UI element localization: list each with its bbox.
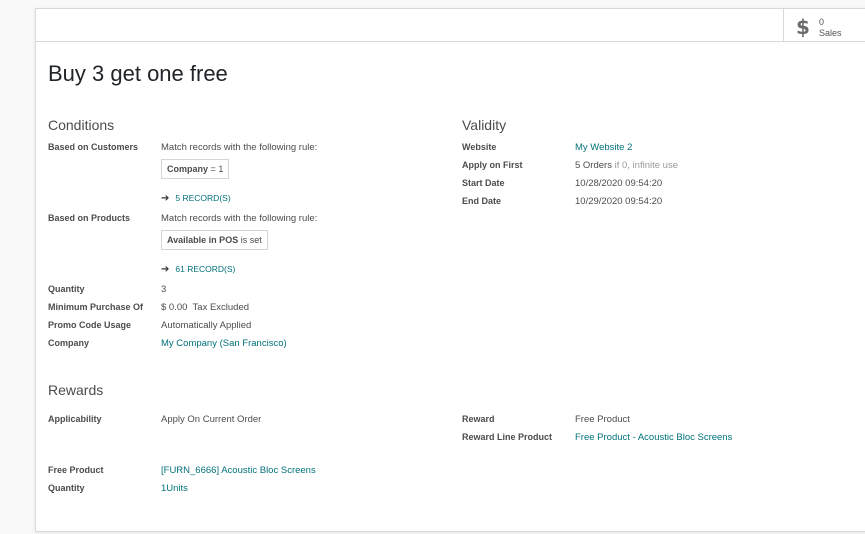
form-sheet: $ 0 Sales Buy 3 get one free Conditions … xyxy=(35,8,865,532)
arrow-right-icon: ➔ xyxy=(161,264,170,275)
applicability-label: Applicability xyxy=(48,414,102,424)
minimum-purchase-amount: $ 0.00 xyxy=(161,302,188,313)
domain-value: 1 xyxy=(218,164,224,174)
end-date-label: End Date xyxy=(462,196,502,206)
apply-on-first-value[interactable]: 5 Orders if 0, infinite use xyxy=(575,160,678,171)
customers-records-link[interactable]: ➔ 5 RECORD(S) xyxy=(161,193,231,204)
website-label: Website xyxy=(462,142,497,152)
promo-code-usage-label: Promo Code Usage xyxy=(48,320,132,330)
quantity-value[interactable]: 3 xyxy=(161,284,166,295)
customers-domain-rule[interactable]: Company = 1 xyxy=(161,159,230,179)
products-records-count: 61 RECORD(S) xyxy=(175,264,236,274)
reward-line-product-link[interactable]: Free Product - Acoustic Bloc Screens xyxy=(575,432,732,443)
minimum-purchase-value[interactable]: $ 0.00 Tax Excluded xyxy=(161,302,249,313)
domain-field: Available in POS xyxy=(167,235,239,245)
domain-operator: is set xyxy=(240,235,262,245)
dollar-icon: $ xyxy=(796,15,810,39)
domain-field: Company xyxy=(167,164,209,174)
based-on-customers-label: Based on Customers xyxy=(48,142,139,152)
products-rule-text: Match records with the following rule: xyxy=(161,213,318,224)
based-on-products-label: Based on Products xyxy=(48,213,131,223)
validity-title: Validity xyxy=(462,117,507,133)
reward-quantity-label: Quantity xyxy=(48,483,85,493)
arrow-right-icon: ➔ xyxy=(161,193,170,204)
free-product-label: Free Product xyxy=(48,465,104,475)
sales-count: 0 xyxy=(819,17,825,27)
applicability-value[interactable]: Apply On Current Order xyxy=(161,414,261,425)
conditions-title: Conditions xyxy=(48,117,115,133)
company-link[interactable]: My Company (San Francisco) xyxy=(161,338,287,349)
page-title: Buy 3 get one free xyxy=(48,61,228,86)
domain-operator: = xyxy=(210,164,216,174)
button-box: $ 0 Sales xyxy=(36,9,865,42)
end-date-value[interactable]: 10/29/2020 09:54:20 xyxy=(575,196,662,207)
apply-on-first-orders: 5 Orders xyxy=(575,160,612,171)
sales-label: Sales xyxy=(819,28,842,38)
reward-value[interactable]: Free Product xyxy=(575,414,630,425)
promo-code-usage-value[interactable]: Automatically Applied xyxy=(161,320,251,331)
minimum-purchase-tax: Tax Excluded xyxy=(192,302,250,313)
start-date-label: Start Date xyxy=(462,178,505,188)
free-product-link[interactable]: [FURN_6666] Acoustic Bloc Screens xyxy=(161,465,316,476)
company-label: Company xyxy=(48,338,90,348)
start-date-value[interactable]: 10/28/2020 09:54:20 xyxy=(575,178,662,189)
website-link[interactable]: My Website 2 xyxy=(575,142,632,153)
customers-rule-text: Match records with the following rule: xyxy=(161,142,318,153)
minimum-purchase-label: Minimum Purchase Of xyxy=(48,302,144,312)
reward-line-product-label: Reward Line Product xyxy=(462,432,553,442)
apply-on-first-label: Apply on First xyxy=(462,160,523,170)
reward-quantity-value[interactable]: 1Units xyxy=(161,483,188,494)
apply-on-first-hint: if 0, infinite use xyxy=(614,160,678,171)
products-records-link[interactable]: ➔ 61 RECORD(S) xyxy=(161,264,235,275)
customers-records-count: 5 RECORD(S) xyxy=(175,193,231,203)
rewards-title: Rewards xyxy=(48,382,104,398)
reward-label: Reward xyxy=(462,414,495,424)
products-domain-rule[interactable]: Available in POS is set xyxy=(161,230,268,250)
quantity-label: Quantity xyxy=(48,284,85,294)
sales-stat-button[interactable]: $ 0 Sales xyxy=(783,9,865,42)
